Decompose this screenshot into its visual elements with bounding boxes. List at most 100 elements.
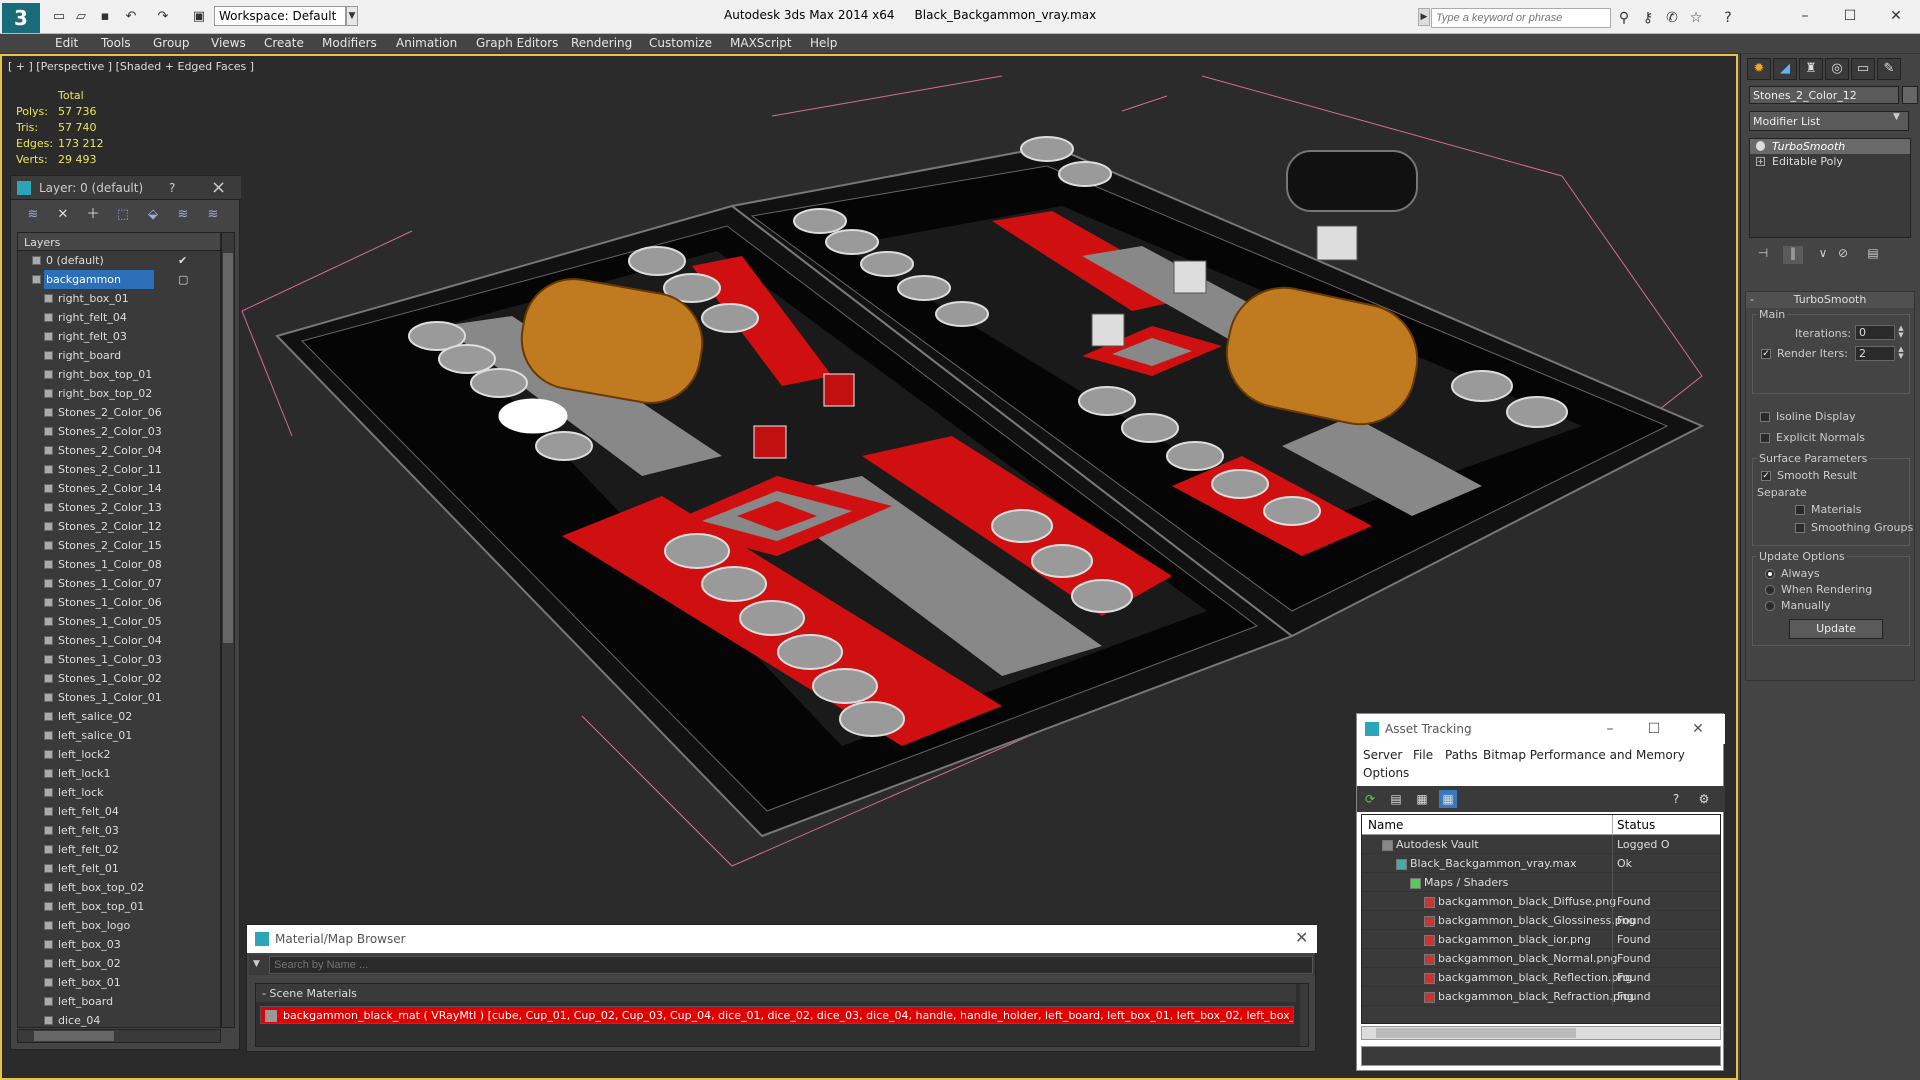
chevron-down-icon[interactable]: ▼ [1893, 112, 1900, 122]
undo-icon[interactable]: ↶ [122, 9, 140, 25]
layer-item[interactable]: left_felt_01 [18, 859, 220, 878]
asset-horizontal-scrollbar[interactable] [1361, 1026, 1721, 1040]
asset-tracking-header[interactable]: Asset Tracking – ☐ ✕ [1357, 714, 1725, 744]
new-file-icon[interactable]: ▭ [50, 9, 68, 25]
chevron-down-icon[interactable]: ▼ [253, 959, 260, 969]
material-list-item[interactable]: backgammon_black_mat ( VRayMtl ) [cube, … [260, 1006, 1294, 1024]
chevron-down-icon[interactable]: ▼ [346, 6, 358, 26]
asset-table[interactable]: Name Status Autodesk Vault Logged O Black_… [1361, 814, 1721, 1024]
menu-customize[interactable]: Customize [649, 36, 712, 50]
create-tab-icon[interactable]: ✹ [1747, 58, 1771, 80]
layer-item[interactable]: Stones_1_Color_02 [18, 669, 220, 688]
scroll-thumb[interactable] [223, 253, 233, 643]
layer-item[interactable]: Stones_1_Color_08 [18, 555, 220, 574]
modifier-stack[interactable]: TurboSmooth + Editable Poly [1749, 138, 1911, 238]
layer-item[interactable]: Stones_2_Color_11 [18, 460, 220, 479]
save-icon[interactable]: ▪ [96, 9, 114, 25]
display-tab-icon[interactable]: ▭ [1851, 58, 1875, 80]
menu-graph-editors[interactable]: Graph Editors [476, 36, 558, 50]
highlight-layer-icon[interactable]: ⬙ [143, 206, 163, 224]
layer-item[interactable]: left_box_03 [18, 935, 220, 954]
asset-row[interactable]: Autodesk Vault Logged O [1362, 835, 1720, 854]
explicit-normals-checkbox[interactable] [1760, 433, 1770, 443]
layer-panel-header[interactable]: Layer: 0 (default) ? × [11, 176, 241, 200]
menu-maxscript[interactable]: MAXScript [730, 36, 792, 50]
menu-create[interactable]: Create [264, 36, 304, 50]
search-input[interactable] [1431, 8, 1611, 28]
asset-menu-bitmap[interactable]: Bitmap Performance and Memory [1483, 748, 1685, 762]
asset-menu-server[interactable]: Server [1363, 748, 1402, 762]
object-color-swatch[interactable] [1902, 86, 1918, 104]
key-icon[interactable]: ⚷ [1638, 9, 1658, 27]
layer-item[interactable]: right_felt_04 [18, 308, 220, 327]
layer-item[interactable]: left_box_top_01 [18, 897, 220, 916]
lightbulb-icon[interactable] [1756, 141, 1765, 151]
utilities-tab-icon[interactable]: ✎ [1877, 58, 1901, 80]
pin-stack-icon[interactable]: ⊣ [1753, 246, 1773, 264]
binoculars-icon[interactable]: ⚲ [1614, 9, 1634, 27]
layer-item[interactable]: left_box_01 [18, 973, 220, 992]
layer-horizontal-scrollbar[interactable] [17, 1029, 221, 1043]
spinner-arrows-icon[interactable]: ▲ ▼ [1897, 346, 1905, 361]
layer-item[interactable]: Stones_1_Color_01 [18, 688, 220, 707]
motion-tab-icon[interactable]: ◎ [1825, 58, 1849, 80]
add-to-layer-icon[interactable]: ＋ [83, 206, 103, 224]
layer-item[interactable]: Stones_2_Color_14 [18, 479, 220, 498]
app-logo-icon[interactable]: 3 [2, 3, 40, 33]
manually-radio[interactable] [1765, 601, 1775, 611]
close-icon[interactable]: ✕ [1295, 928, 1308, 947]
layer-item[interactable]: Stones_1_Color_03 [18, 650, 220, 669]
menu-animation[interactable]: Animation [396, 36, 457, 50]
layer-item[interactable]: Stones_1_Color_07 [18, 574, 220, 593]
layer-item[interactable]: dice_04 [18, 1011, 220, 1027]
layer-item[interactable]: left_lock2 [18, 745, 220, 764]
asset-row[interactable]: Black_Backgammon_vray.max Ok [1362, 854, 1720, 873]
close-icon[interactable]: ✕ [1683, 718, 1713, 740]
column-status[interactable]: Status [1612, 815, 1655, 835]
asset-row[interactable]: backgammon_black_ior.png Found [1362, 930, 1720, 949]
active-layer-check-icon[interactable]: ✔ [178, 251, 187, 270]
render-iters-checkbox[interactable]: ✓ [1761, 349, 1771, 359]
layer-item[interactable]: Stones_2_Color_04 [18, 441, 220, 460]
redo-icon[interactable]: ↷ [154, 9, 172, 25]
create-layer-icon[interactable]: ≋ [23, 206, 43, 224]
material-browser-header[interactable]: Material/Map Browser ✕ [247, 925, 1317, 953]
column-name[interactable]: Name [1368, 818, 1403, 832]
minimize-icon[interactable]: – [1595, 718, 1625, 740]
asset-menu-paths[interactable]: Paths [1445, 748, 1478, 762]
minimize-icon[interactable]: – [1785, 4, 1825, 28]
help-icon[interactable]: ? [169, 181, 175, 195]
make-unique-icon[interactable]: ∨ [1813, 246, 1833, 264]
maximize-icon[interactable]: ☐ [1639, 718, 1669, 740]
modify-tab-icon[interactable]: ◢ [1773, 58, 1797, 80]
asset-row[interactable]: backgammon_black_Normal.png Found [1362, 949, 1720, 968]
workspace-dropdown[interactable]: Workspace: Default [214, 6, 346, 26]
layer-item[interactable]: Stones_1_Color_04 [18, 631, 220, 650]
isoline-display-checkbox[interactable] [1760, 412, 1770, 422]
menu-modifiers[interactable]: Modifiers [322, 36, 377, 50]
layer-item[interactable]: Stones_2_Color_06 [18, 403, 220, 422]
scene-materials-group[interactable]: - Scene Materials [256, 984, 1296, 1002]
settings-icon[interactable]: ⚙ [1695, 790, 1713, 808]
smooth-result-checkbox[interactable]: ✓ [1761, 471, 1771, 481]
layer-item[interactable]: Stones_1_Color_05 [18, 612, 220, 631]
iterations-spinner[interactable]: 0 [1855, 325, 1895, 340]
layer-item[interactable]: left_box_top_02 [18, 878, 220, 897]
layer-item[interactable]: right_board [18, 346, 220, 365]
layer-item[interactable]: right_box_01 [18, 289, 220, 308]
layer-item[interactable]: Stones_2_Color_15 [18, 536, 220, 555]
help-icon[interactable]: ? [1718, 9, 1738, 27]
freeze-layers-icon[interactable]: ≋ [203, 206, 223, 224]
layer-tree[interactable]: Layers 0 (default) ✔ backgammon ▢ right_box_… [17, 232, 221, 1028]
layer-item[interactable]: right_box_top_01 [18, 365, 220, 384]
layer-item[interactable]: backgammon ▢ [18, 270, 220, 289]
layer-item[interactable]: left_board [18, 992, 220, 1011]
select-objects-icon[interactable]: ⬚ [113, 206, 133, 224]
asset-row[interactable]: backgammon_black_Glossiness.png Found [1362, 911, 1720, 930]
object-name-field[interactable]: Stones_2_Color_12 [1749, 86, 1899, 104]
rollout-title[interactable]: - TurboSmooth [1746, 292, 1914, 308]
layer-item[interactable]: left_salice_02 [18, 707, 220, 726]
stack-item-editable-poly[interactable]: + Editable Poly [1750, 154, 1910, 169]
spinner-arrows-icon[interactable]: ▲ ▼ [1897, 325, 1905, 340]
menu-views[interactable]: Views [211, 36, 246, 50]
